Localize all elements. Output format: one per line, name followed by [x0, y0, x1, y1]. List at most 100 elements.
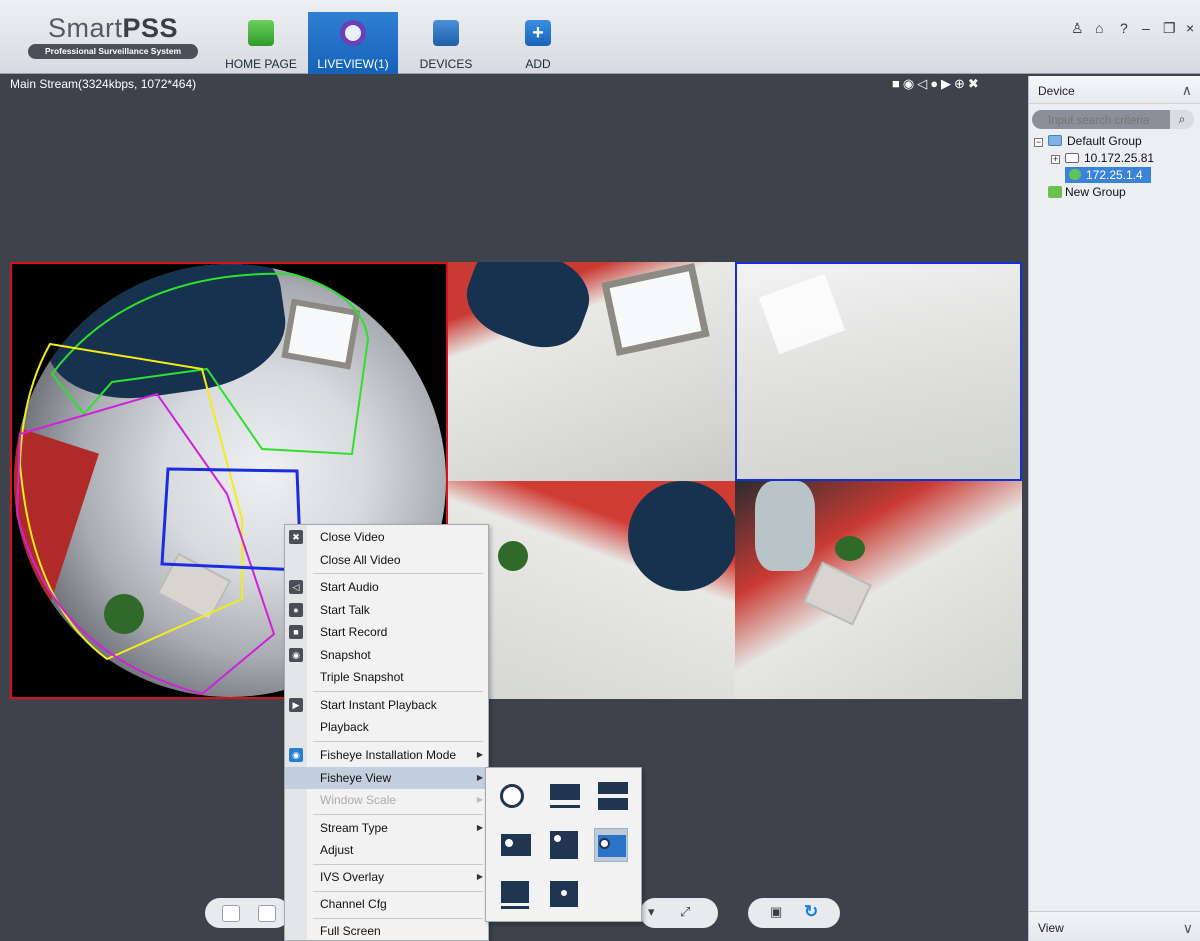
- menu-start-instant-playback-label: Start Instant Playback: [320, 698, 437, 712]
- top-bar: SmartPSS Professional Surveillance Syste…: [0, 0, 1200, 74]
- minimize-icon[interactable]: –: [1142, 20, 1150, 36]
- video-pane-3[interactable]: [448, 481, 735, 699]
- menu-fisheye-installation-mode[interactable]: ◉ Fisheye Installation Mode ▶: [285, 744, 488, 766]
- tree-item-device-1[interactable]: +10.172.25.81: [1051, 150, 1154, 166]
- menu-start-audio[interactable]: ◁ Start Audio: [285, 576, 488, 598]
- folder-icon: [1048, 135, 1062, 146]
- logo-title: SmartPSS: [47, 13, 179, 43]
- pane-4-lamp: [755, 481, 815, 571]
- menu-close-video[interactable]: ✖ Close Video: [285, 526, 488, 548]
- magenta-region: [15, 392, 276, 696]
- menu-snapshot[interactable]: ◉ Snapshot: [285, 644, 488, 666]
- layout-single-button[interactable]: [222, 905, 240, 922]
- new-group-icon: [1048, 186, 1062, 198]
- device-panel-header[interactable]: Device ∧: [1029, 76, 1200, 104]
- fisheye-view-submenu: [485, 767, 642, 922]
- fisheye-icon: ◉: [289, 748, 303, 762]
- submenu-arrow-icon: ▶: [476, 823, 483, 832]
- device-search-input[interactable]: [1032, 110, 1170, 129]
- search-icon[interactable]: ⌕: [1170, 110, 1194, 129]
- menu-full-screen[interactable]: Full Screen: [285, 920, 488, 941]
- menu-fisheye-view-label: Fisheye View: [320, 771, 392, 785]
- submenu-arrow-icon: ▶: [476, 773, 483, 782]
- tab-add-label: ADD: [525, 57, 551, 71]
- tab-home-page-label: HOME PAGE: [225, 57, 297, 71]
- view-panel-title: View: [1038, 921, 1064, 935]
- home-icon: [248, 20, 274, 46]
- menu-channel-cfg-label: Channel Cfg: [320, 897, 387, 911]
- fisheye-view-panorama-split-icon[interactable]: [500, 878, 534, 912]
- fisheye-view-double-panorama-bottom: [598, 798, 628, 810]
- menu-channel-cfg[interactable]: Channel Cfg: [285, 893, 488, 915]
- tab-home-page[interactable]: HOME PAGE: [222, 12, 300, 74]
- fisheye-view-1-8-icon[interactable]: [594, 828, 628, 862]
- lock-icon[interactable]: ⌂: [1095, 20, 1103, 36]
- menu-start-talk[interactable]: ● Start Talk: [285, 599, 488, 621]
- menu-start-instant-playback[interactable]: ▶ Start Instant Playback: [285, 694, 488, 716]
- menu-triple-snapshot[interactable]: Triple Snapshot: [285, 666, 488, 688]
- refresh-icon[interactable]: ↻: [804, 902, 818, 922]
- pane-4-vent: [803, 561, 872, 626]
- fisheye-view-1p-3-icon[interactable]: [500, 828, 534, 862]
- tree-item-new-group[interactable]: New Group: [1048, 184, 1126, 200]
- fisheye-view-1-5-icon[interactable]: [548, 878, 582, 912]
- fisheye-view-1-3-circle: [552, 833, 563, 844]
- logo-subtitle: Professional Surveillance System: [28, 44, 198, 59]
- video-pane-1[interactable]: [448, 262, 735, 481]
- liveview-icon: [340, 20, 366, 46]
- menu-start-record[interactable]: ■ Start Record: [285, 621, 488, 643]
- tab-add[interactable]: + ADD: [508, 12, 568, 74]
- chevron-up-icon[interactable]: ∧: [1182, 82, 1192, 99]
- pane-1-blue-cloth: [456, 262, 600, 360]
- dropdown-icon[interactable]: ▾: [648, 904, 655, 920]
- stream-info-label: Main Stream(3324kbps, 1072*464): [10, 77, 197, 91]
- menu-separator: [313, 691, 483, 692]
- menu-separator: [313, 864, 483, 865]
- device-panel: Device ∧ ⌕ −Default Group +10.172.25.81 …: [1028, 76, 1200, 941]
- fullscreen-icon[interactable]: ⤢: [680, 904, 690, 920]
- fisheye-view-panorama-arrow: [550, 805, 580, 808]
- camera-icon: [1069, 169, 1081, 180]
- pane-4-plant: [835, 536, 865, 561]
- close-icon[interactable]: ×: [1186, 20, 1194, 36]
- menu-playback-label: Playback: [320, 720, 369, 734]
- layout-switch-group: [205, 898, 290, 928]
- fisheye-view-panorama-icon[interactable]: [548, 780, 582, 814]
- playback-icon: ▶: [289, 698, 303, 712]
- menu-close-all-video[interactable]: Close All Video: [285, 549, 488, 571]
- user-icon[interactable]: ♙: [1071, 20, 1084, 37]
- layout-quad-button[interactable]: [258, 905, 276, 922]
- save-icon[interactable]: ▣: [770, 904, 782, 920]
- menu-playback[interactable]: Playback: [285, 716, 488, 738]
- tree-item-default-group[interactable]: − Default Group: [1034, 133, 1142, 149]
- menu-ivs-overlay-label: IVS Overlay: [320, 870, 385, 884]
- video-pane-2[interactable]: [735, 262, 1022, 481]
- tab-liveview[interactable]: LIVEVIEW(1): [308, 12, 398, 74]
- menu-ivs-overlay[interactable]: IVS Overlay ▶: [285, 866, 488, 888]
- video-toolbar-icons[interactable]: ■◉◁●▶⊕✖: [892, 76, 982, 92]
- yellow-region: [18, 342, 243, 661]
- fisheye-view-original-icon[interactable]: [496, 780, 530, 814]
- record-icon: ■: [289, 625, 303, 639]
- menu-triple-snapshot-label: Triple Snapshot: [320, 670, 404, 684]
- expand-icon[interactable]: +: [1051, 155, 1060, 164]
- menu-adjust[interactable]: Adjust: [285, 839, 488, 861]
- menu-start-audio-label: Start Audio: [320, 580, 379, 594]
- view-panel-header[interactable]: View ∨: [1029, 911, 1200, 941]
- fisheye-view-1-3-icon[interactable]: [548, 828, 582, 862]
- help-icon[interactable]: ?: [1120, 20, 1128, 36]
- pane-1-skylight: [601, 262, 710, 357]
- menu-stream-type[interactable]: Stream Type ▶: [285, 817, 488, 839]
- tree-item-device-1-label: 10.172.25.81: [1084, 151, 1155, 165]
- tree-item-device-2[interactable]: 172.25.1.4: [1065, 167, 1151, 183]
- menu-fisheye-view[interactable]: Fisheye View ▶: [285, 767, 488, 789]
- menu-fisheye-installation-mode-label: Fisheye Installation Mode: [320, 748, 457, 762]
- tab-devices[interactable]: DEVICES: [410, 12, 482, 74]
- collapse-icon[interactable]: −: [1034, 138, 1043, 147]
- chevron-down-icon[interactable]: ∨: [1183, 920, 1193, 937]
- video-pane-4[interactable]: [735, 481, 1022, 699]
- restore-icon[interactable]: ❐: [1163, 20, 1176, 37]
- fisheye-view-double-panorama-icon[interactable]: [596, 780, 630, 814]
- tab-devices-label: DEVICES: [419, 57, 473, 71]
- audio-icon: ◁: [289, 580, 303, 594]
